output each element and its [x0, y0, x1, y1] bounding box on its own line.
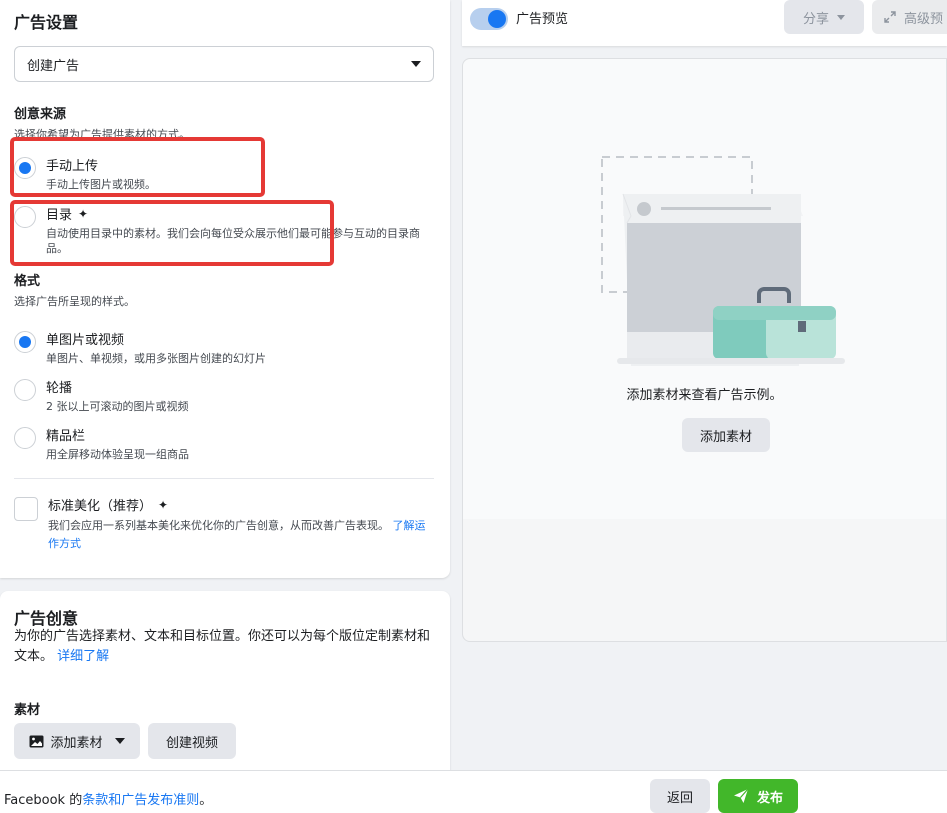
- footer-text-prefix: Facebook 的: [4, 793, 83, 808]
- option-desc: 2 张以上可滚动的图片或视频: [46, 400, 189, 413]
- footer-bar: Facebook 的条款和广告发布准则。 返回 发布: [0, 770, 947, 813]
- add-media-label: 添加素材: [50, 735, 103, 751]
- option-desc: 手动上传图片或视频。: [46, 178, 156, 191]
- standard-enhancement-option[interactable]: 标准美化（推荐） ✦ 我们会应用一系列基本美化来优化你的广告创意，从而改善广告表…: [14, 495, 434, 553]
- ad-settings-title: 广告设置: [14, 13, 79, 32]
- advanced-preview-button[interactable]: 高级预: [872, 0, 947, 34]
- format-option-single[interactable]: 单图片或视频 单图片、单视频，或用多张图片创建的幻灯片: [14, 329, 266, 366]
- sparkle-icon: ✦: [78, 206, 89, 221]
- learn-more-link[interactable]: 详细了解: [57, 649, 109, 664]
- preview-toggle[interactable]: [470, 8, 508, 30]
- preview-canvas: 添加素材来查看广告示例。 添加素材: [463, 59, 946, 519]
- option-title: 轮播: [46, 381, 73, 396]
- format-option-collection[interactable]: 精品栏 用全屏移动体验呈现一组商品: [14, 425, 189, 462]
- divider: [14, 478, 434, 479]
- terms-link[interactable]: 条款和广告发布准则: [82, 793, 199, 808]
- preview-add-media-button[interactable]: 添加素材: [682, 418, 770, 452]
- image-icon: [29, 735, 44, 747]
- expand-icon: [884, 11, 896, 23]
- ad-settings-card: 广告设置 创建广告 创意来源 选择你希望为广告提供素材的方式。 手动上传 手动上…: [0, 0, 450, 578]
- media-label: 素材: [14, 703, 41, 718]
- advanced-preview-label: 高级预: [904, 11, 944, 27]
- sparkle-icon: ✦: [158, 497, 169, 512]
- dropdown-arrow-icon: [114, 738, 125, 744]
- back-button[interactable]: 返回: [650, 779, 710, 813]
- radio-carousel[interactable]: [14, 379, 36, 401]
- share-label: 分享: [802, 11, 829, 27]
- creative-option-manual[interactable]: 手动上传 手动上传图片或视频。: [14, 155, 156, 192]
- option-desc: 用全屏移动体验呈现一组商品: [46, 448, 189, 461]
- radio-catalog[interactable]: [14, 206, 36, 228]
- ad-creative-title: 广告创意: [14, 609, 79, 628]
- dropdown-arrow-icon: [411, 61, 421, 67]
- ad-type-select-value: 创建广告: [27, 58, 80, 74]
- chevron-down-icon: [837, 14, 845, 20]
- option-title: 单图片或视频: [46, 333, 125, 348]
- format-option-carousel[interactable]: 轮播 2 张以上可滚动的图片或视频: [14, 377, 189, 414]
- format-heading: 格式: [14, 274, 41, 289]
- option-desc: 自动使用目录中的素材。我们会向每位受众展示他们最可能参与互动的目录商品。: [46, 227, 420, 255]
- ad-type-select[interactable]: 创建广告: [14, 46, 434, 82]
- option-title: 手动上传: [46, 159, 99, 174]
- preview-empty-text: 添加素材来查看广告示例。: [626, 388, 783, 403]
- format-subheading: 选择广告所呈现的样式。: [14, 295, 135, 308]
- enhancement-title: 标准美化（推荐）: [48, 499, 153, 514]
- publish-button[interactable]: 发布: [718, 779, 798, 813]
- footer-terms: Facebook 的条款和广告发布准则。: [4, 789, 212, 808]
- footer-text-suffix: 。: [199, 793, 213, 808]
- add-media-button[interactable]: 添加素材: [14, 723, 140, 759]
- radio-single[interactable]: [14, 331, 36, 353]
- option-title: 目录: [46, 208, 73, 223]
- creative-source-heading: 创意来源: [14, 107, 67, 122]
- radio-collection[interactable]: [14, 427, 36, 449]
- creative-option-catalog[interactable]: 目录 ✦ 自动使用目录中的素材。我们会向每位受众展示他们最可能参与互动的目录商品…: [14, 204, 434, 256]
- radio-manual[interactable]: [14, 157, 36, 179]
- option-title: 精品栏: [46, 429, 86, 444]
- preview-panel: 添加素材来查看广告示例。 添加素材: [462, 58, 947, 642]
- preview-add-media-label: 添加素材: [699, 429, 752, 445]
- share-button[interactable]: 分享: [784, 0, 864, 34]
- send-icon: [733, 788, 749, 803]
- publish-label: 发布: [756, 790, 783, 806]
- create-video-label: 创建视频: [165, 735, 218, 751]
- preview-toolbar: 广告预览 分享 高级预: [462, 0, 947, 46]
- empty-media-illustration: [601, 156, 845, 366]
- enhancement-checkbox[interactable]: [14, 497, 38, 521]
- option-desc: 单图片、单视频，或用多张图片创建的幻灯片: [46, 352, 266, 365]
- creative-source-subheading: 选择你希望为广告提供素材的方式。: [14, 128, 190, 141]
- enhancement-desc: 我们会应用一系列基本美化来优化你的广告创意，从而改善广告表现。: [48, 519, 389, 532]
- create-video-button[interactable]: 创建视频: [148, 723, 236, 759]
- back-label: 返回: [666, 790, 693, 806]
- preview-toggle-label: 广告预览: [516, 12, 569, 27]
